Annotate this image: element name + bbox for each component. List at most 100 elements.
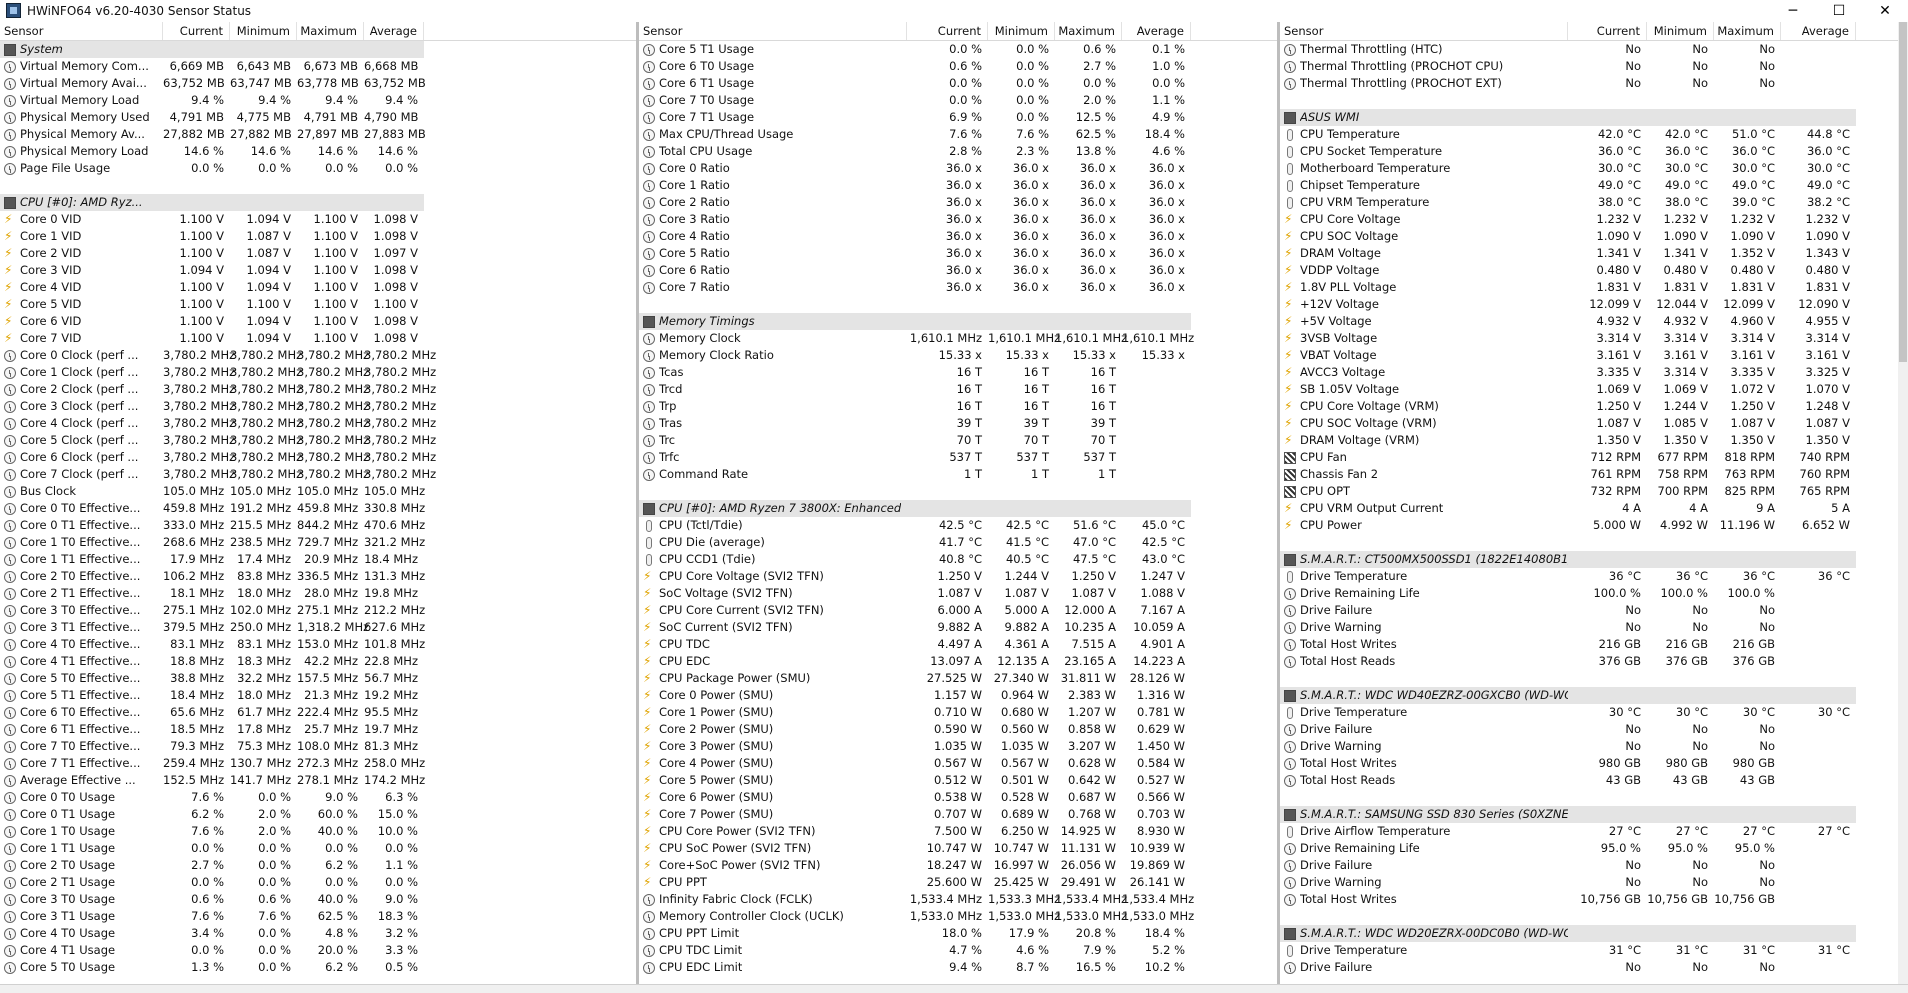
sensor-row[interactable]: VBAT Voltage 3.161 V 3.161 V 3.161 V 3.161 V [1280, 347, 1908, 364]
sensor-row[interactable]: Core 1 T1 Usage 0.0 % 0.0 % 0.0 % 0.0 % [0, 840, 636, 857]
sensor-row[interactable]: Core 5 Clock (perf ... 3,780.2 MHz 3,780.2… [0, 432, 636, 449]
sensor-row[interactable]: CPU PPT 25.600 W 25.425 W 29.491 W 26.141 W [639, 874, 1277, 891]
sensor-row[interactable]: Drive Failure No No No [1280, 602, 1908, 619]
sensor-row[interactable]: CPU Package Power (SMU) 27.525 W 27.340 W 3… [639, 670, 1277, 687]
sensor-row[interactable]: DRAM Voltage (VRM) 1.350 V 1.350 V 1.350 V 1… [1280, 432, 1908, 449]
sensor-row[interactable]: Core 6 Power (SMU) 0.538 W 0.528 W 0.687 W 0… [639, 789, 1277, 806]
column-header-sensor[interactable]: Sensor [1280, 22, 1568, 40]
sensor-row[interactable]: CPU Temperature 42.0 °C 42.0 °C 51.0 °C 44.8… [1280, 126, 1908, 143]
sensor-row[interactable]: SoC Voltage (SVI2 TFN) 1.087 V 1.087 V 1.08… [639, 585, 1277, 602]
sensor-row[interactable]: Core 7 T0 Effective... 79.3 MHz 75.3 MHz 10… [0, 738, 636, 755]
sensor-row[interactable]: Virtual Memory Com... 6,669 MB 6,643 MB 6,6… [0, 58, 636, 75]
sensor-row[interactable]: Core 5 VID 1.100 V 1.100 V 1.100 V 1.100 V [0, 296, 636, 313]
sensor-row[interactable]: Tcas 16 T 16 T 16 T [639, 364, 1277, 381]
sensor-row[interactable]: Drive Airflow Temperature 27 °C 27 °C 27 °C… [1280, 823, 1908, 840]
column-header-minimum[interactable]: Minimum [1647, 22, 1714, 40]
sensor-group-row[interactable]: S.M.A.R.T.: SAMSUNG SSD 830 Series (S0XZ… [1280, 806, 1908, 823]
sensor-row[interactable]: Core 6 T1 Usage 0.0 % 0.0 % 0.0 % 0.0 % [639, 75, 1277, 92]
sensor-row[interactable]: DRAM Voltage 1.341 V 1.341 V 1.352 V 1.343 V [1280, 245, 1908, 262]
sensor-row[interactable]: Chipset Temperature 49.0 °C 49.0 °C 49.0 °C… [1280, 177, 1908, 194]
sensor-row[interactable]: CPU PPT Limit 18.0 % 17.9 % 20.8 % 18.4 % [639, 925, 1277, 942]
sensor-row[interactable]: Core 6 Clock (perf ... 3,780.2 MHz 3,780.2… [0, 449, 636, 466]
sensor-row[interactable]: Core 4 Ratio 36.0 x 36.0 x 36.0 x 36.0 x [639, 228, 1277, 245]
sensor-row[interactable]: CPU Core Current (SVI2 TFN) 6.000 A 5.000 … [639, 602, 1277, 619]
column-header-current[interactable]: Current [907, 22, 988, 40]
sensor-row[interactable]: +5V Voltage 4.932 V 4.932 V 4.960 V 4.955 V [1280, 313, 1908, 330]
scrollbar-thumb[interactable] [1899, 22, 1907, 362]
sensor-row[interactable]: Trcd 16 T 16 T 16 T [639, 381, 1277, 398]
sensor-row[interactable]: AVCC3 Voltage 3.335 V 3.314 V 3.335 V 3.325 … [1280, 364, 1908, 381]
sensor-row[interactable]: CPU Core Voltage (SVI2 TFN) 1.250 V 1.244 … [639, 568, 1277, 585]
sensor-row[interactable]: CPU CCD1 (Tdie) 40.8 °C 40.5 °C 47.5 °C 43.0… [639, 551, 1277, 568]
sensor-row[interactable]: 3VSB Voltage 3.314 V 3.314 V 3.314 V 3.314 V [1280, 330, 1908, 347]
sensor-row[interactable]: Core 6 T0 Usage 0.6 % 0.0 % 2.7 % 1.0 % [639, 58, 1277, 75]
sensor-row[interactable]: Core 0 Clock (perf ... 3,780.2 MHz 3,780.2… [0, 347, 636, 364]
sensor-group-row[interactable]: S.M.A.R.T.: WDC WD40EZRZ-00GXCB0 (WD-WCC… [1280, 687, 1908, 704]
close-button[interactable]: ✕ [1862, 0, 1908, 21]
column-header-average[interactable]: Average [1781, 22, 1856, 40]
sensor-row[interactable]: Thermal Throttling (PROCHOT CPU) No No No [1280, 58, 1908, 75]
sensor-row[interactable]: Core 2 T1 Effective... 18.1 MHz 18.0 MHz 28… [0, 585, 636, 602]
sensor-row[interactable]: Drive Remaining Life 95.0 % 95.0 % 95.0 % [1280, 840, 1908, 857]
sensor-group-row[interactable]: S.M.A.R.T.: WDC WD20EZRX-00DC0B0 (WD-WCC… [1280, 925, 1908, 942]
sensor-pane-3[interactable]: Sensor Current Minimum Maximum Average Therma… [1280, 22, 1908, 984]
sensor-row[interactable]: Core 7 Ratio 36.0 x 36.0 x 36.0 x 36.0 x [639, 279, 1277, 296]
sensor-row[interactable]: Trp 16 T 16 T 16 T [639, 398, 1277, 415]
vertical-scrollbar[interactable] [1898, 22, 1908, 984]
sensor-row[interactable]: Core 2 Ratio 36.0 x 36.0 x 36.0 x 36.0 x [639, 194, 1277, 211]
sensor-row[interactable]: Core 7 Power (SMU) 0.707 W 0.689 W 0.768 W 0… [639, 806, 1277, 823]
sensor-row[interactable]: 1.8V PLL Voltage 1.831 V 1.831 V 1.831 V 1.8… [1280, 279, 1908, 296]
sensor-row[interactable]: Core 7 Clock (perf ... 3,780.2 MHz 3,780.2… [0, 466, 636, 483]
column-header-minimum[interactable]: Minimum [230, 22, 297, 40]
sensor-row[interactable]: Total CPU Usage 2.8 % 2.3 % 13.8 % 4.6 % [639, 143, 1277, 160]
sensor-row[interactable]: Drive Temperature 30 °C 30 °C 30 °C 30 °C [1280, 704, 1908, 721]
sensor-row[interactable]: Chassis Fan 2 761 RPM 758 RPM 763 RPM 760 RP… [1280, 466, 1908, 483]
sensor-row[interactable]: Core 4 VID 1.100 V 1.094 V 1.100 V 1.098 V [0, 279, 636, 296]
sensor-row[interactable]: Total Host Writes 980 GB 980 GB 980 GB [1280, 755, 1908, 772]
sensor-row[interactable]: Core 5 T1 Usage 0.0 % 0.0 % 0.6 % 0.1 % [639, 41, 1277, 58]
sensor-row[interactable]: CPU Fan 712 RPM 677 RPM 818 RPM 740 RPM [1280, 449, 1908, 466]
sensor-row[interactable]: Core 1 T1 Effective... 17.9 MHz 17.4 MHz 20… [0, 551, 636, 568]
sensor-row[interactable]: Core 3 T0 Usage 0.6 % 0.6 % 40.0 % 9.0 % [0, 891, 636, 908]
sensor-row[interactable]: Core 2 Clock (perf ... 3,780.2 MHz 3,780.2… [0, 381, 636, 398]
sensor-row[interactable]: Bus Clock 105.0 MHz 105.0 MHz 105.0 MHz 105.… [0, 483, 636, 500]
sensor-row[interactable]: Core 3 VID 1.094 V 1.094 V 1.100 V 1.098 V [0, 262, 636, 279]
sensor-row[interactable]: Core 2 VID 1.100 V 1.087 V 1.100 V 1.097 V [0, 245, 636, 262]
sensor-row[interactable]: Command Rate 1 T 1 T 1 T [639, 466, 1277, 483]
sensor-row[interactable]: Core 3 Ratio 36.0 x 36.0 x 36.0 x 36.0 x [639, 211, 1277, 228]
sensor-row[interactable]: Total Host Writes 10,756 GB 10,756 GB 10,75… [1280, 891, 1908, 908]
sensor-row[interactable]: Core 3 T1 Effective... 379.5 MHz 250.0 MHz… [0, 619, 636, 636]
sensor-group-row[interactable]: Memory Timings [639, 313, 1277, 330]
sensor-pane-2[interactable]: Sensor Current Minimum Maximum Average Core 5… [639, 22, 1277, 984]
sensor-row[interactable]: Core 0 T1 Usage 6.2 % 2.0 % 60.0 % 15.0 % [0, 806, 636, 823]
sensor-row[interactable]: Core 2 Power (SMU) 0.590 W 0.560 W 0.858 W 0… [639, 721, 1277, 738]
sensor-row[interactable]: Core 0 VID 1.100 V 1.094 V 1.100 V 1.098 V [0, 211, 636, 228]
sensor-row[interactable]: SoC Current (SVI2 TFN) 9.882 A 9.882 A 10.2… [639, 619, 1277, 636]
sensor-row[interactable]: Core 4 T0 Effective... 83.1 MHz 83.1 MHz 15… [0, 636, 636, 653]
sensor-pane-1[interactable]: Sensor Current Minimum Maximum Average System… [0, 22, 636, 984]
sensor-row[interactable]: Core 1 T0 Usage 7.6 % 2.0 % 40.0 % 10.0 % [0, 823, 636, 840]
sensor-row[interactable]: Core 0 T1 Effective... 333.0 MHz 215.5 MHz… [0, 517, 636, 534]
column-header-minimum[interactable]: Minimum [988, 22, 1055, 40]
sensor-row[interactable]: Drive Warning No No No [1280, 874, 1908, 891]
sensor-row[interactable]: Core 2 T1 Usage 0.0 % 0.0 % 0.0 % 0.0 % [0, 874, 636, 891]
sensor-row[interactable]: CPU Core Power (SVI2 TFN) 7.500 W 6.250 W 1… [639, 823, 1277, 840]
sensor-row[interactable]: Core 7 VID 1.100 V 1.094 V 1.100 V 1.098 V [0, 330, 636, 347]
sensor-row[interactable]: CPU Die (average) 41.7 °C 41.5 °C 47.0 °C 42… [639, 534, 1277, 551]
sensor-row[interactable]: Core 7 T1 Usage 6.9 % 0.0 % 12.5 % 4.9 % [639, 109, 1277, 126]
sensor-row[interactable]: Core 1 Power (SMU) 0.710 W 0.680 W 1.207 W 0… [639, 704, 1277, 721]
sensor-group-row[interactable]: CPU [#0]: AMD Ryz... [0, 194, 636, 211]
sensor-row[interactable]: Drive Warning No No No [1280, 619, 1908, 636]
sensor-row[interactable]: Page File Usage 0.0 % 0.0 % 0.0 % 0.0 % [0, 160, 636, 177]
sensor-row[interactable]: Core 3 T1 Usage 7.6 % 7.6 % 62.5 % 18.3 % [0, 908, 636, 925]
sensor-row[interactable]: Virtual Memory Load 9.4 % 9.4 % 9.4 % 9.4 % [0, 92, 636, 109]
sensor-row[interactable]: Thermal Throttling (PROCHOT EXT) No No No [1280, 75, 1908, 92]
sensor-row[interactable]: Core 6 VID 1.100 V 1.094 V 1.100 V 1.098 V [0, 313, 636, 330]
sensor-row[interactable]: Core 7 T1 Effective... 259.4 MHz 130.7 MHz… [0, 755, 636, 772]
sensor-row[interactable]: CPU Core Voltage 1.232 V 1.232 V 1.232 V 1.2… [1280, 211, 1908, 228]
sensor-row[interactable]: Core 4 T1 Effective... 18.8 MHz 18.3 MHz 42… [0, 653, 636, 670]
sensor-row[interactable]: Core 6 T0 Effective... 65.6 MHz 61.7 MHz 22… [0, 704, 636, 721]
sensor-row[interactable]: Core 0 Power (SMU) 1.157 W 0.964 W 2.383 W 1… [639, 687, 1277, 704]
sensor-row[interactable]: Memory Controller Clock (UCLK) 1,533.0 MH… [639, 908, 1277, 925]
sensor-row[interactable]: Core 2 T0 Usage 2.7 % 0.0 % 6.2 % 1.1 % [0, 857, 636, 874]
